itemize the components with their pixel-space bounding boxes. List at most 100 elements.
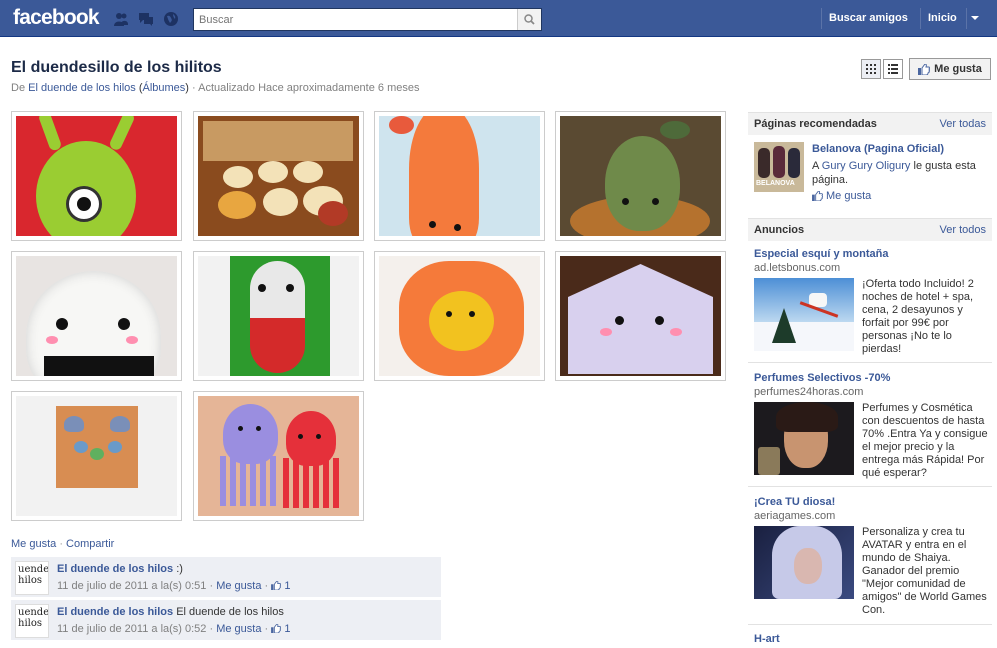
thumbs-up-icon bbox=[271, 623, 282, 634]
recommended-pages-header: Páginas recomendadas Ver todas bbox=[748, 112, 992, 135]
photo-octopus bbox=[198, 396, 359, 516]
top-navigation-bar: facebook Buscar amigos Inicio bbox=[0, 0, 997, 37]
ad-separator bbox=[748, 486, 992, 487]
list-icon bbox=[888, 64, 898, 74]
account-menu-arrow-icon[interactable] bbox=[970, 14, 980, 22]
albums-close-paren: ) bbox=[185, 82, 189, 94]
comment-like-link[interactable]: Me gusta bbox=[216, 580, 261, 592]
photo-onigiri bbox=[16, 256, 177, 376]
notifications-globe-icon[interactable] bbox=[163, 11, 179, 27]
photo-flower bbox=[379, 256, 540, 376]
photo-pear bbox=[560, 116, 721, 236]
photo-capsule bbox=[198, 256, 359, 376]
comment-author-link[interactable]: El duende de los hilos bbox=[57, 606, 173, 618]
ad-separator bbox=[748, 362, 992, 363]
ad-domain: aeriagames.com bbox=[754, 510, 836, 522]
commenter-avatar[interactable]: uende hilos bbox=[15, 561, 49, 595]
friend-requests-icon[interactable] bbox=[113, 11, 129, 27]
photo-thumbnail[interactable] bbox=[193, 251, 364, 381]
recommended-page-description: A Gury Gury Oligury le gusta esta página… bbox=[812, 159, 990, 187]
like-page-button[interactable]: Me gusta bbox=[909, 58, 991, 80]
comment-like-count[interactable]: 1 bbox=[284, 580, 290, 592]
comment-meta-separator: · bbox=[264, 623, 269, 635]
find-friends-link[interactable]: Buscar amigos bbox=[829, 12, 908, 24]
photo-thumbnail[interactable] bbox=[374, 111, 545, 241]
grid-view-button[interactable] bbox=[861, 59, 881, 79]
photo-squid bbox=[379, 116, 540, 236]
comment-body: El duende de los hilos :) bbox=[57, 563, 183, 575]
facebook-logo[interactable]: facebook bbox=[13, 6, 100, 30]
comment-item: uende hilos El duende de los hilos El du… bbox=[11, 600, 441, 641]
photo-slimes bbox=[16, 396, 177, 516]
ad-title[interactable]: Perfumes Selectivos -70% bbox=[754, 372, 890, 384]
nav-divider bbox=[920, 8, 921, 29]
like-page-label: Me gusta bbox=[934, 63, 982, 75]
album-actions: Me gusta · Compartir bbox=[11, 538, 114, 550]
recommended-prefix: A bbox=[812, 160, 819, 172]
grid-icon bbox=[866, 64, 876, 74]
comment-like-link[interactable]: Me gusta bbox=[216, 623, 261, 635]
search-box bbox=[193, 8, 542, 31]
ad-description: Personaliza y crea tu AVATAR y entra en … bbox=[862, 526, 987, 616]
photo-thumbnail[interactable] bbox=[11, 111, 182, 241]
comment-body: El duende de los hilos El duende de los … bbox=[57, 606, 284, 618]
photo-thumbnail[interactable] bbox=[193, 111, 364, 241]
avatar-text: uende hilos bbox=[18, 564, 49, 586]
ski-ad-image[interactable] bbox=[754, 278, 854, 351]
album-owner-link[interactable]: El duende de los hilos bbox=[28, 82, 136, 94]
ad-description: ¡Oferta todo Incluido! 2 noches de hotel… bbox=[862, 278, 974, 355]
comment-author-link[interactable]: El duende de los hilos bbox=[57, 563, 173, 575]
photo-thumbnail[interactable] bbox=[555, 111, 726, 241]
album-title: El duendesillo de los hilitos bbox=[11, 59, 222, 76]
ad-title[interactable]: H-art bbox=[754, 633, 780, 645]
like-album-link[interactable]: Me gusta bbox=[11, 538, 56, 550]
comment-text: El duende de los hilos bbox=[176, 606, 284, 618]
actions-separator: · bbox=[59, 538, 63, 550]
comment-item: uende hilos El duende de los hilos :) 11… bbox=[11, 557, 441, 598]
comment-meta: 11 de julio de 2011 a la(s) 0:52 · Me gu… bbox=[57, 623, 290, 635]
belanova-thumb-text: BELANOVA bbox=[756, 180, 795, 187]
photo-alien bbox=[16, 116, 177, 236]
ads-see-all-link[interactable]: Ver todos bbox=[940, 224, 986, 236]
game-ad-image[interactable] bbox=[754, 526, 854, 599]
magnifier-icon bbox=[524, 14, 535, 25]
comment-like-count[interactable]: 1 bbox=[284, 623, 290, 635]
comment-timestamp: 11 de julio de 2011 a la(s) 0:52 · bbox=[57, 623, 214, 635]
nav-divider bbox=[966, 8, 967, 29]
commenter-avatar[interactable]: uende hilos bbox=[15, 604, 49, 638]
home-link[interactable]: Inicio bbox=[928, 12, 957, 24]
ads-header: Anuncios Ver todos bbox=[748, 218, 992, 241]
search-button[interactable] bbox=[517, 9, 541, 30]
recommended-like-button[interactable]: Me gusta bbox=[812, 190, 871, 202]
albums-link[interactable]: Álbumes bbox=[143, 82, 186, 94]
list-view-button[interactable] bbox=[883, 59, 903, 79]
ads-title: Anuncios bbox=[754, 224, 805, 236]
recommended-see-all-link[interactable]: Ver todas bbox=[940, 118, 986, 130]
ad-domain: ad.letsbonus.com bbox=[754, 262, 841, 274]
belanova-thumbnail[interactable]: BELANOVA bbox=[754, 142, 804, 192]
share-link[interactable]: Compartir bbox=[66, 538, 114, 550]
ad-domain: perfumes24horas.com bbox=[754, 386, 864, 398]
ad-title[interactable]: ¡Crea TU diosa! bbox=[754, 496, 835, 508]
photo-thumbnail[interactable] bbox=[193, 391, 364, 521]
friend-link[interactable]: Gury Gury Oligury bbox=[822, 160, 911, 172]
ad-title[interactable]: Especial esquí y montaña bbox=[754, 248, 889, 260]
recommended-pages-title: Páginas recomendadas bbox=[754, 118, 877, 130]
photo-thumbnail[interactable] bbox=[11, 251, 182, 381]
thumbs-up-icon bbox=[812, 191, 823, 201]
photo-house bbox=[560, 256, 721, 376]
perfume-ad-image[interactable] bbox=[754, 402, 854, 475]
nav-divider bbox=[821, 8, 822, 29]
recommended-page-name[interactable]: Belanova (Pagina Oficial) bbox=[812, 143, 944, 155]
photo-thumbnail[interactable] bbox=[11, 391, 182, 521]
thumbs-up-icon bbox=[918, 63, 931, 75]
comment-text: :) bbox=[176, 563, 183, 575]
photo-thumbnail[interactable] bbox=[555, 251, 726, 381]
search-input[interactable] bbox=[194, 9, 514, 30]
messages-icon[interactable] bbox=[138, 11, 154, 27]
updated-text: · Actualizado Hace aproximadamente 6 mes… bbox=[192, 82, 420, 94]
photo-thumbnail[interactable] bbox=[374, 251, 545, 381]
comment-timestamp: 11 de julio de 2011 a la(s) 0:51 · bbox=[57, 580, 214, 592]
comment-meta: 11 de julio de 2011 a la(s) 0:51 · Me gu… bbox=[57, 580, 290, 592]
avatar-text: uende hilos bbox=[18, 607, 49, 629]
